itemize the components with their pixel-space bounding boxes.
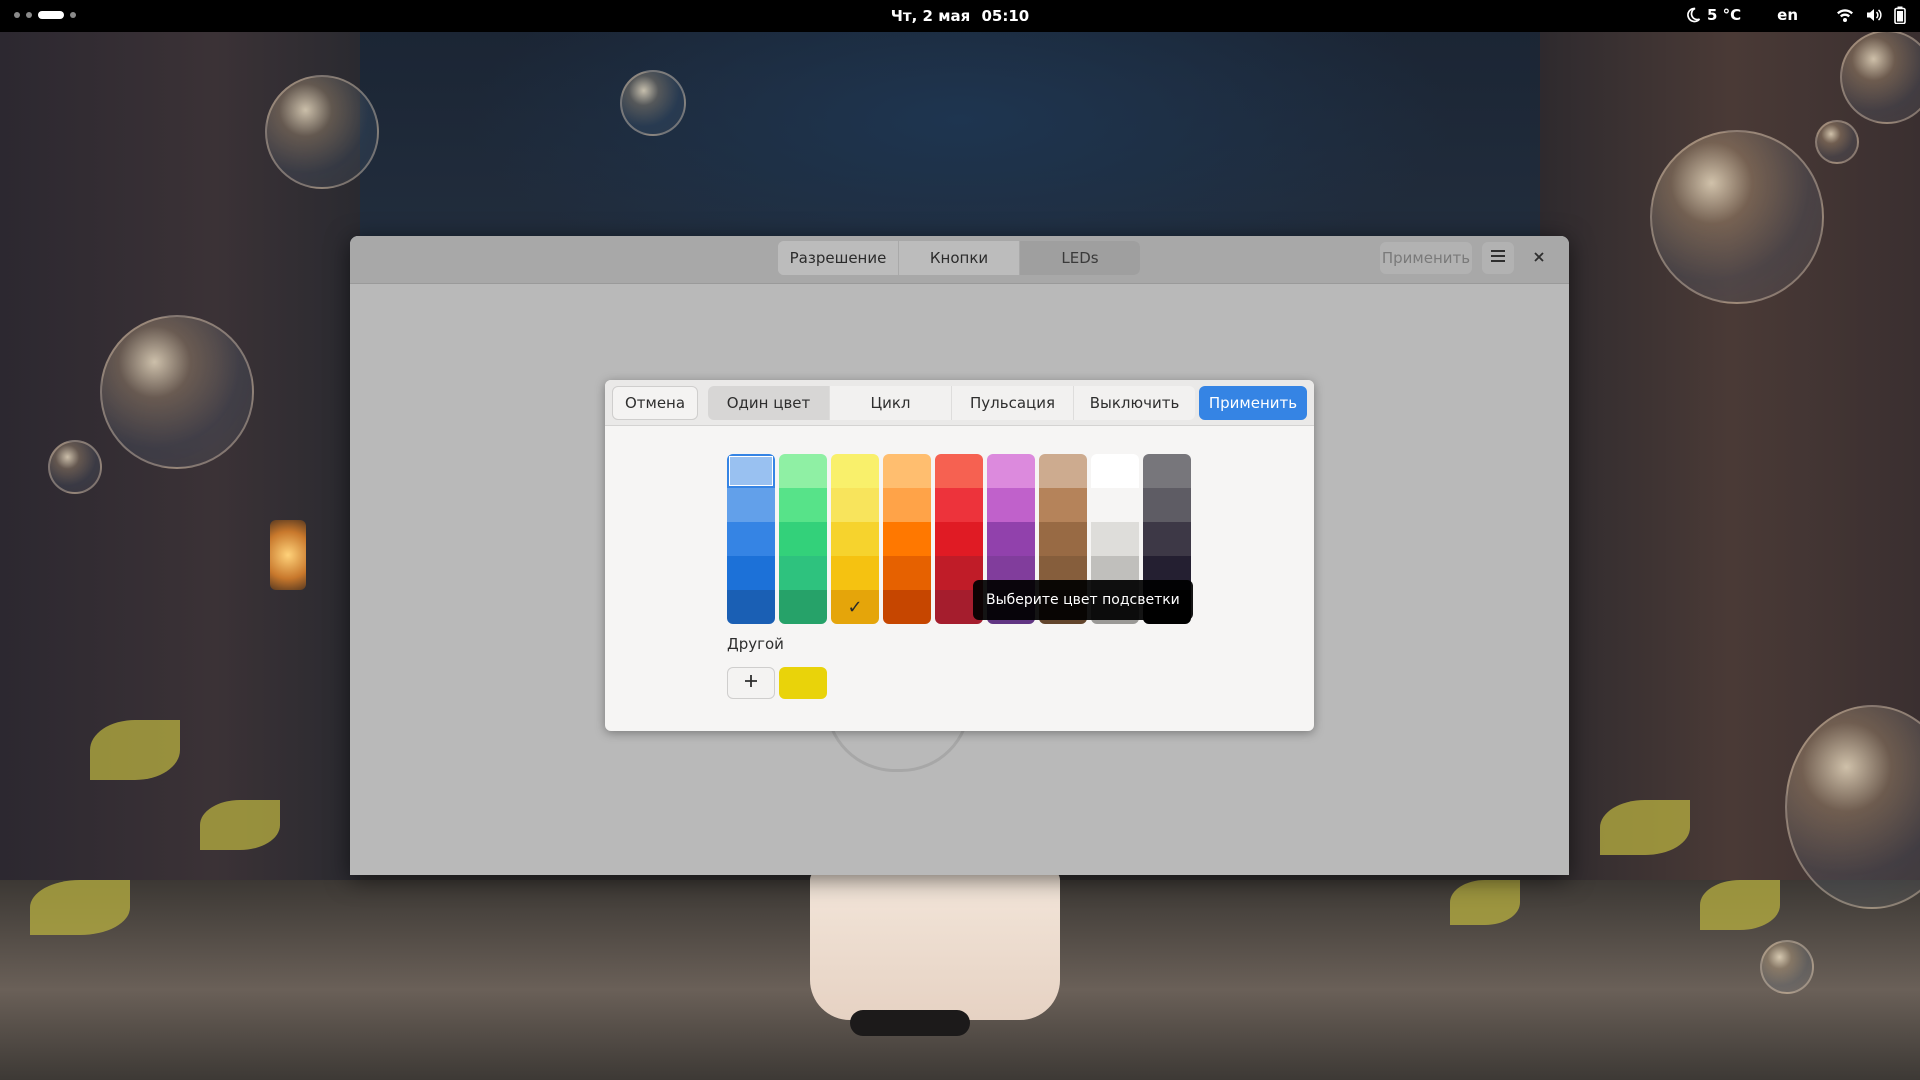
wallpaper-leaf (200, 800, 280, 850)
color-swatch[interactable] (1039, 522, 1087, 556)
palette-column: ✓ (831, 454, 879, 624)
system-tray: 5 °C en (1685, 6, 1906, 24)
wallpaper-bubble (1815, 120, 1859, 164)
weather-indicator[interactable]: 5 °C (1685, 6, 1741, 24)
color-swatch[interactable] (831, 488, 879, 522)
close-icon (1533, 249, 1545, 267)
mode-cycle[interactable]: Цикл (830, 386, 952, 420)
wallpaper-leaf (90, 720, 180, 780)
clock-date: Чт, 2 мая (890, 7, 971, 25)
wallpaper-leaf (1700, 880, 1780, 930)
wallpaper-bubble (1650, 130, 1824, 304)
wallpaper-bubble (48, 440, 102, 494)
color-swatch[interactable] (831, 556, 879, 590)
custom-colors-label: Другой (727, 635, 784, 653)
wallpaper-leaf (1450, 880, 1520, 925)
color-swatch[interactable] (935, 522, 983, 556)
color-swatch[interactable] (1039, 488, 1087, 522)
clock[interactable]: Чт, 2 мая 05:10 (0, 7, 1920, 25)
popover-header: Отмена Один цвет Цикл Пульсация Выключит… (605, 380, 1314, 426)
color-swatch[interactable] (779, 556, 827, 590)
tooltip: Выберите цвет подсветки (973, 580, 1193, 620)
color-swatch[interactable] (727, 556, 775, 590)
headerbar-apply-button[interactable]: Применить (1380, 242, 1472, 274)
apply-button[interactable]: Применить (1199, 386, 1307, 420)
wifi-icon[interactable] (1836, 7, 1854, 23)
cancel-button[interactable]: Отмена (612, 386, 698, 420)
color-swatch[interactable] (727, 590, 775, 624)
battery-icon[interactable] (1894, 6, 1906, 24)
color-swatch[interactable] (987, 454, 1035, 488)
wallpaper-bubble (100, 315, 254, 469)
mode-breathing[interactable]: Пульсация (952, 386, 1074, 420)
color-swatch[interactable] (727, 522, 775, 556)
color-swatch[interactable] (883, 590, 931, 624)
color-swatch[interactable] (779, 454, 827, 488)
wallpaper-bubble (1760, 940, 1814, 994)
color-swatch[interactable] (883, 488, 931, 522)
window-headerbar[interactable]: Разрешение Кнопки LEDs Применить (350, 236, 1569, 284)
tab-resolution[interactable]: Разрешение (778, 241, 899, 275)
top-bar: Чт, 2 мая 05:10 5 °C en (0, 0, 1920, 32)
color-swatch[interactable] (1143, 522, 1191, 556)
window-close-button[interactable] (1526, 245, 1552, 271)
tab-leds[interactable]: LEDs (1020, 241, 1140, 275)
palette-column (779, 454, 827, 624)
color-swatch[interactable] (727, 454, 775, 488)
color-swatch[interactable] (1039, 454, 1087, 488)
color-swatch[interactable] (987, 522, 1035, 556)
color-swatch[interactable] (1143, 488, 1191, 522)
led-color-popover: Отмена Один цвет Цикл Пульсация Выключит… (605, 380, 1314, 731)
color-swatch[interactable] (779, 590, 827, 624)
palette-column (883, 454, 931, 624)
color-swatch[interactable] (1091, 454, 1139, 488)
temperature-label: 5 °C (1706, 6, 1742, 24)
color-swatch[interactable] (935, 488, 983, 522)
color-swatch[interactable] (883, 522, 931, 556)
wallpaper-leaf (1600, 800, 1690, 855)
color-swatch[interactable] (883, 556, 931, 590)
color-swatch[interactable] (831, 454, 879, 488)
add-custom-color-button[interactable] (727, 667, 775, 699)
mode-solid-color[interactable]: Один цвет (708, 386, 830, 420)
tab-buttons[interactable]: Кнопки (899, 241, 1020, 275)
wallpaper-leaf (30, 880, 130, 935)
mode-off[interactable]: Выключить (1074, 386, 1195, 420)
plus-icon (744, 674, 758, 692)
color-swatch[interactable] (779, 488, 827, 522)
checkmark-icon: ✓ (847, 596, 863, 618)
main-menu-button[interactable] (1482, 242, 1514, 274)
color-swatch[interactable] (727, 488, 775, 522)
color-swatch[interactable] (1091, 488, 1139, 522)
led-mode-switcher: Один цвет Цикл Пульсация Выключить (708, 386, 1195, 420)
color-swatch[interactable] (987, 488, 1035, 522)
color-swatch[interactable] (1143, 454, 1191, 488)
color-swatch[interactable] (1091, 522, 1139, 556)
view-switcher: Разрешение Кнопки LEDs (778, 241, 1140, 275)
wallpaper-figure-dress (810, 870, 1060, 1020)
keyboard-layout-indicator[interactable]: en (1777, 6, 1798, 24)
wallpaper-bubble (265, 75, 379, 189)
wallpaper-lamp (270, 520, 306, 590)
color-swatch[interactable] (935, 454, 983, 488)
wallpaper-bubble (620, 70, 686, 136)
clock-time: 05:10 (981, 7, 1030, 25)
volume-icon[interactable] (1866, 7, 1882, 23)
palette-column (727, 454, 775, 624)
color-swatch[interactable] (883, 454, 931, 488)
color-swatch[interactable] (831, 522, 879, 556)
wallpaper-figure-shoes (850, 1010, 970, 1036)
hamburger-menu-icon (1490, 249, 1506, 267)
color-swatch[interactable] (779, 522, 827, 556)
custom-color-swatch[interactable] (779, 667, 827, 699)
moon-icon (1685, 7, 1701, 23)
color-swatch[interactable]: ✓ (831, 590, 879, 624)
